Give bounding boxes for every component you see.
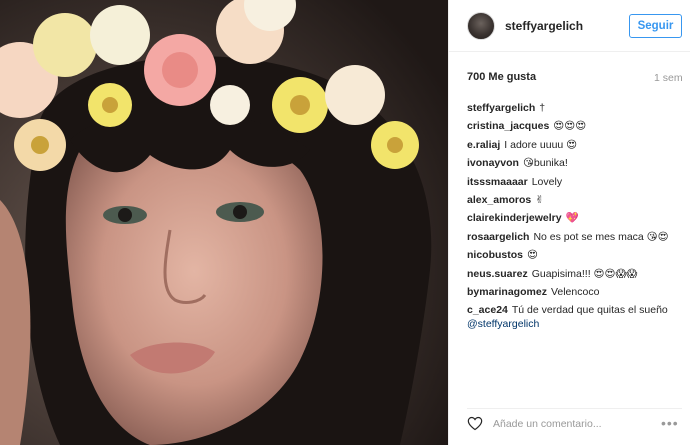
post-sidebar: steffyargelich Seguir 700 Me gusta 1 sem… xyxy=(448,0,690,445)
avatar[interactable] xyxy=(467,12,495,40)
comment-text: 😍 xyxy=(527,249,538,262)
comment-username[interactable]: c_ace24 xyxy=(467,304,508,316)
comment-text: Lovely xyxy=(531,175,563,188)
comment-text: Velencoco xyxy=(550,286,600,299)
comment-text: 😘bunika! xyxy=(522,157,568,170)
comment-username[interactable]: e.raliaj xyxy=(467,139,500,151)
comment-mention-link[interactable]: @steffyargelich xyxy=(467,318,539,330)
comment-text: Tú de verdad que quitas el sueño xyxy=(511,304,668,317)
comment-item: neus.suarez Guapisima!!! 😍😍😱😱 xyxy=(467,265,682,283)
comment-username[interactable]: itsssmaaaar xyxy=(467,176,528,188)
comment-text: 💖 xyxy=(565,212,579,225)
comment-text: No es pot se mes maca 😘😍 xyxy=(533,230,669,243)
post-photo[interactable] xyxy=(0,0,448,445)
comment-item: bymarinagomez Velencoco xyxy=(467,283,682,301)
post-timestamp[interactable]: 1 sem xyxy=(654,72,683,84)
comment-item: alex_amoros ✌ xyxy=(467,191,682,209)
comment-item: steffyargelich † xyxy=(467,99,682,117)
comment-item: e.raliaj I adore uuuu 😍 xyxy=(467,136,682,154)
comment-item: clairekinderjewelry 💖 xyxy=(467,209,682,227)
comment-item: cristina_jacques 😍😍😍 xyxy=(467,117,682,135)
post-photo-image xyxy=(0,0,448,445)
likes-count[interactable]: 700 Me gusta xyxy=(467,71,536,83)
comment-username[interactable]: steffyargelich xyxy=(467,102,535,114)
comment-item: c_ace24 Tú de verdad que quitas el sueño @… xyxy=(467,301,682,331)
comment-list: steffyargelich † cristina_jacques 😍😍😍 e.ra… xyxy=(467,99,682,331)
comment-username[interactable]: nicobustos xyxy=(467,249,523,261)
comment-item: ivonayvon 😘bunika! xyxy=(467,154,682,172)
post-author-username[interactable]: steffyargelich xyxy=(505,19,583,33)
heart-icon[interactable] xyxy=(467,416,483,431)
comment-text: 😍😍😍 xyxy=(553,120,587,133)
comment-username[interactable]: alex_amoros xyxy=(467,194,531,206)
comment-text: † xyxy=(539,102,546,114)
more-options-icon[interactable]: ••• xyxy=(661,415,681,431)
post-header: steffyargelich Seguir xyxy=(449,0,690,52)
comment-item: nicobustos 😍 xyxy=(467,246,682,264)
comment-text: ✌ xyxy=(535,194,545,207)
comment-username[interactable]: rosaargelich xyxy=(467,231,529,243)
comment-text: Guapisima!!! 😍😍😱😱 xyxy=(531,267,638,280)
follow-button[interactable]: Seguir xyxy=(629,14,682,38)
comment-username[interactable]: bymarinagomez xyxy=(467,286,547,298)
comment-username[interactable]: neus.suarez xyxy=(467,268,528,280)
comment-username[interactable]: ivonayvon xyxy=(467,157,519,169)
comment-username[interactable]: clairekinderjewelry xyxy=(467,212,562,224)
comment-footer: ••• xyxy=(467,408,682,438)
comment-item: itsssmaaaar Lovely xyxy=(467,173,682,191)
comment-text: I adore uuuu 😍 xyxy=(504,138,578,151)
comment-item: rosaargelich No es pot se mes maca 😘😍 xyxy=(467,228,682,246)
comment-username[interactable]: cristina_jacques xyxy=(467,120,549,132)
comment-input[interactable] xyxy=(493,415,653,433)
